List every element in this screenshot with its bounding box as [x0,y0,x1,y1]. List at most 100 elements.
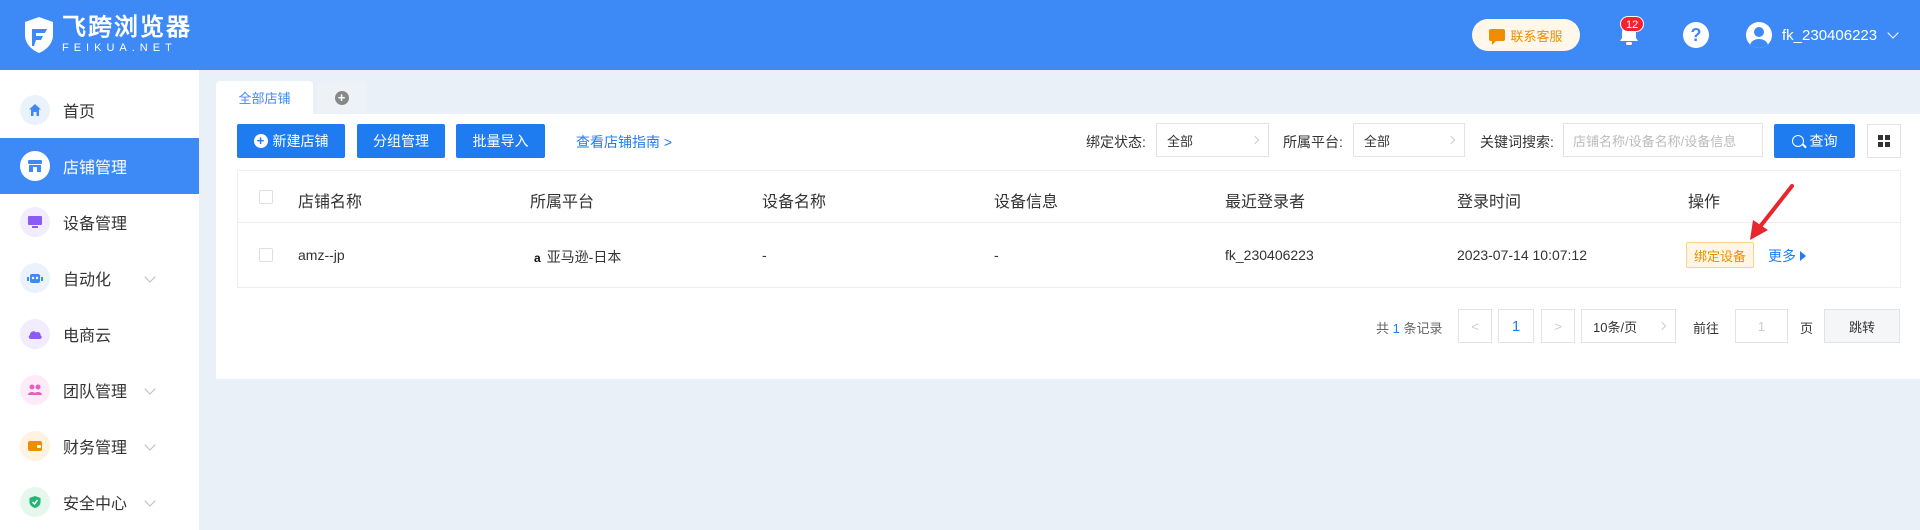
sidebar-item-label: 财务管理 [63,440,128,457]
chevron-right-icon [1446,135,1456,145]
column-header: 设备信息 [994,194,1059,211]
column-header: 设备名称 [762,194,827,211]
batch-import-button[interactable]: 批量导入 [456,124,545,158]
store-guide-link[interactable]: 查看店铺指南 > [576,132,672,152]
pagination-total: 共 1 条记录 [1376,318,1443,337]
device-icon [20,207,50,237]
column-header: 店铺名称 [298,194,363,211]
chevron-right-icon [1657,321,1667,331]
search-icon [1791,135,1804,147]
page-size-value: 10条/页 [1593,319,1638,335]
platform-label: 所属平台: [1283,134,1343,150]
keyword-search-label: 关键词搜索: [1480,134,1554,150]
sidebar-item-device-management[interactable]: 设备管理 [0,194,199,250]
column-header: 最近登录者 [1225,194,1306,211]
column-header: 操作 [1688,194,1721,211]
sidebar-item-team-management[interactable]: 团队管理 [0,362,199,418]
goto-page-input[interactable]: 1 [1735,309,1788,343]
bind-status-value: 全部 [1167,133,1194,149]
view-toggle-button[interactable] [1867,124,1901,158]
bind-status-label: 绑定状态: [1086,134,1146,150]
more-actions-link[interactable]: 更多 [1768,246,1806,266]
prev-page-button[interactable]: < [1458,309,1492,343]
logo-subtitle: FEIKUA.NET [62,42,177,54]
page-unit-label: 页 [1800,321,1814,336]
store-name: amz--jp [298,247,345,263]
team-icon [20,375,50,405]
sidebar-item-label: 设备管理 [63,216,128,233]
query-label: 查询 [1809,133,1838,149]
bind-status-select[interactable]: 全部 [1156,123,1269,157]
sidebar-item-label: 首页 [63,104,96,121]
table-row[interactable]: amz--jp a 亚马逊-日本 - - fk_230406223 2023-07… [238,223,1900,288]
cloud-icon [20,319,50,349]
chevron-down-icon [144,439,156,451]
sidebar-item-security-center[interactable]: 安全中心 [0,474,199,530]
contact-support-button[interactable]: 联系客服 [1472,19,1580,51]
plus-icon: + [334,90,349,105]
row-checkbox[interactable] [259,248,273,262]
avatar [1746,22,1772,48]
sidebar-item-label: 安全中心 [63,496,128,513]
chevron-down-icon [1887,26,1899,39]
notification-badge: 12 [1620,16,1645,32]
caret-right-icon [1800,251,1806,261]
sidebar-item-label: 店铺管理 [63,160,128,177]
help-symbol: ? [1690,24,1702,45]
chevron-right-icon [1250,135,1260,145]
column-header: 所属平台 [530,194,595,211]
user-menu[interactable]: fk_230406223 [1746,22,1899,48]
table-header: 店铺名称 所属平台 设备名称 设备信息 最近登录者 登录时间 操作 [238,171,1900,223]
platform-cell: a 亚马逊-日本 [534,247,621,267]
help-icon[interactable]: ? [1683,22,1709,48]
column-header: 登录时间 [1457,194,1522,211]
query-button[interactable]: 查询 [1774,124,1855,158]
bind-device-button[interactable]: 绑定设备 [1686,242,1754,268]
wallet-icon [20,431,50,461]
new-store-button[interactable]: + 新建店铺 [237,124,345,158]
login-time: 2023-07-14 10:07:12 [1457,247,1587,263]
chevron-down-icon [144,271,156,283]
platform-name: 亚马逊-日本 [546,249,622,265]
sidebar-item-label: 团队管理 [63,384,128,401]
logo-title: 飞跨浏览器 [62,14,192,41]
more-label: 更多 [1768,248,1796,264]
platform-select[interactable]: 全部 [1353,123,1465,157]
jump-button[interactable]: 跳转 [1824,309,1900,343]
sidebar-item-finance-management[interactable]: 财务管理 [0,418,199,474]
sidebar-item-label: 自动化 [63,272,112,289]
tab-all-stores[interactable]: 全部店铺 [216,81,313,114]
chevron-down-icon [144,383,156,395]
keyword-search-input[interactable]: 店铺名称/设备名称/设备信息 [1563,123,1763,157]
total-suffix: 条记录 [1403,321,1443,336]
chevron-down-icon [144,495,156,507]
username: fk_230406223 [1782,26,1878,44]
total-count: 1 [1392,321,1400,336]
page-number[interactable]: 1 [1498,309,1534,343]
grid-icon [1878,135,1890,147]
select-all-checkbox[interactable] [259,190,273,204]
total-prefix: 共 [1376,321,1390,336]
new-store-label: 新建店铺 [272,133,329,149]
device-info: - [994,247,999,263]
device-name: - [762,247,767,263]
last-login-user: fk_230406223 [1225,247,1314,263]
sidebar-item-store-management[interactable]: 店铺管理 [0,138,199,194]
store-table: 店铺名称 所属平台 设备名称 设备信息 最近登录者 登录时间 操作 amz--j… [237,170,1901,288]
page-size-select[interactable]: 10条/页 [1581,309,1676,343]
next-page-button[interactable]: > [1541,309,1575,343]
platform-value: 全部 [1364,133,1391,149]
sidebar-item-automation[interactable]: 自动化 [0,250,199,306]
sidebar-item-label: 电商云 [63,328,112,345]
sidebar-item-ecommerce-cloud[interactable]: 电商云 [0,306,199,362]
robot-icon [20,263,50,293]
amazon-icon: a [534,251,541,265]
logo[interactable]: 飞跨浏览器 FEIKUA.NET [22,14,192,56]
annotation-arrow-icon [1750,184,1794,240]
plus-icon: + [253,134,268,148]
add-tab-button[interactable]: + [317,81,366,114]
sidebar-item-home[interactable]: 首页 [0,82,199,138]
top-header: 飞跨浏览器 FEIKUA.NET 联系客服 12 ? fk_230406223 [0,0,1920,70]
shield-icon [20,487,50,517]
group-manage-button[interactable]: 分组管理 [357,124,445,158]
